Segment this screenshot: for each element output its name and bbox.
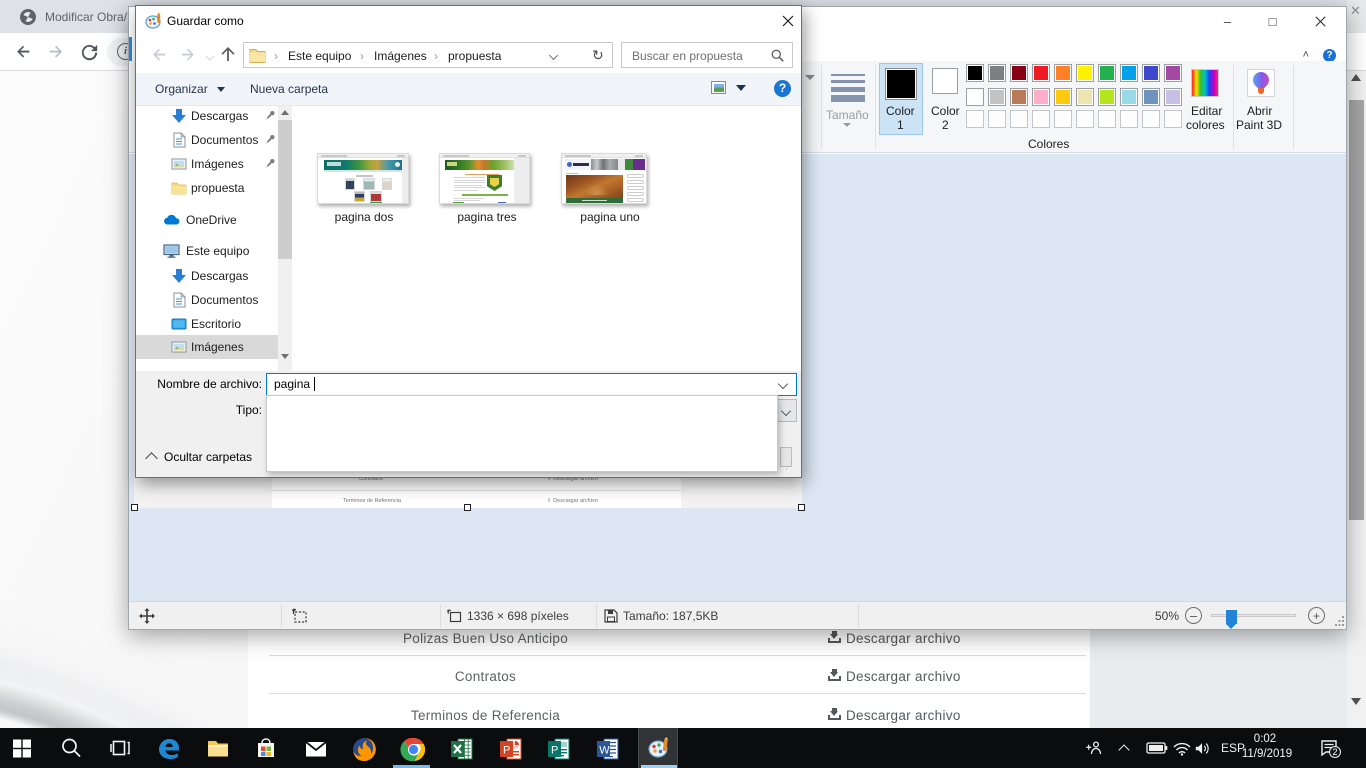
- svg-text:P: P: [551, 745, 558, 757]
- svg-text:W: W: [599, 745, 610, 757]
- svg-text:P: P: [503, 745, 510, 757]
